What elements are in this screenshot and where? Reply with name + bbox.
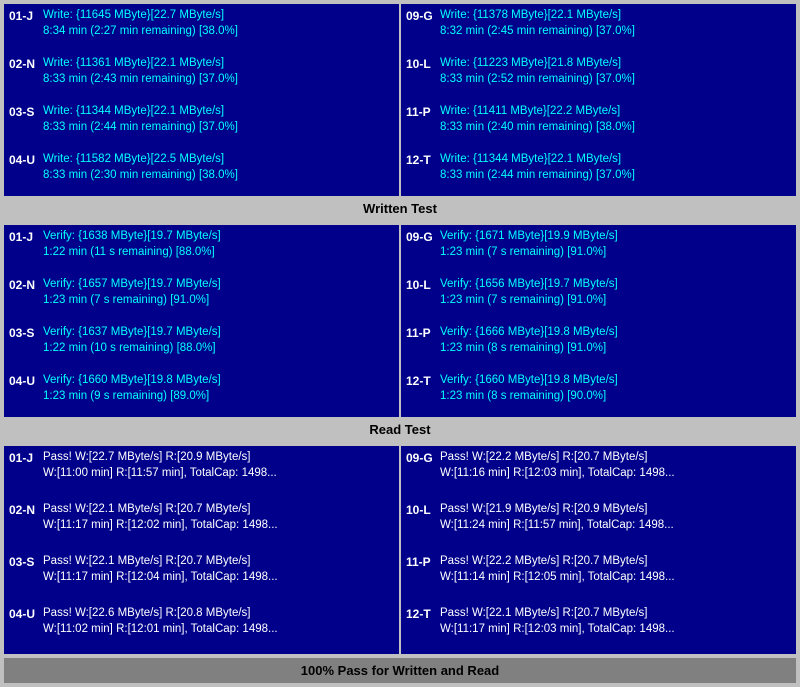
read-content-01j: Pass! W:[22.7 MByte/s] R:[20.9 MByte/s] … bbox=[43, 449, 394, 481]
cell-label-02n: 02-N bbox=[9, 55, 37, 71]
cell-label-11p: 11-P bbox=[406, 103, 434, 119]
write-section: 01-J Write: {11645 MByte}[22.7 MByte/s] … bbox=[4, 4, 796, 221]
write-cell-09g: 09-G Write: {11378 MByte}[22.1 MByte/s] … bbox=[401, 4, 796, 52]
read-cell-12t: 12-T Pass! W:[22.1 MByte/s] R:[20.7 MByt… bbox=[401, 602, 796, 654]
read-label-02n: 02-N bbox=[9, 501, 37, 517]
verify-section: 01-J Verify: {1638 MByte}[19.7 MByte/s] … bbox=[4, 225, 796, 442]
cell-content-09g: Write: {11378 MByte}[22.1 MByte/s] 8:32 … bbox=[440, 7, 791, 39]
read-label-11p: 11-P bbox=[406, 553, 434, 569]
write-cell-11p: 11-P Write: {11411 MByte}[22.2 MByte/s] … bbox=[401, 100, 796, 148]
verify-cell-11p: 11-P Verify: {1666 MByte}[19.8 MByte/s] … bbox=[401, 321, 796, 369]
read-label-09g: 09-G bbox=[406, 449, 434, 465]
cell-label-03s: 03-S bbox=[9, 103, 37, 119]
read-cell-11p: 11-P Pass! W:[22.2 MByte/s] R:[20.7 MByt… bbox=[401, 550, 796, 602]
read-label-01j: 01-J bbox=[9, 449, 37, 465]
read-label-10l: 10-L bbox=[406, 501, 434, 517]
write-cell-12t: 12-T Write: {11344 MByte}[22.1 MByte/s] … bbox=[401, 148, 796, 196]
read-content-09g: Pass! W:[22.2 MByte/s] R:[20.7 MByte/s] … bbox=[440, 449, 791, 481]
verify-label-02n: 02-N bbox=[9, 276, 37, 292]
write-left-col: 01-J Write: {11645 MByte}[22.7 MByte/s] … bbox=[4, 4, 399, 196]
read-left-col: 01-J Pass! W:[22.7 MByte/s] R:[20.9 MByt… bbox=[4, 446, 399, 654]
cell-label-10l: 10-L bbox=[406, 55, 434, 71]
verify-content-01j: Verify: {1638 MByte}[19.7 MByte/s] 1:22 … bbox=[43, 228, 394, 260]
verify-content-12t: Verify: {1660 MByte}[19.8 MByte/s] 1:23 … bbox=[440, 372, 791, 404]
read-right-col: 09-G Pass! W:[22.2 MByte/s] R:[20.7 MByt… bbox=[401, 446, 796, 654]
read-content-03s: Pass! W:[22.1 MByte/s] R:[20.7 MByte/s] … bbox=[43, 553, 394, 585]
read-content-10l: Pass! W:[21.9 MByte/s] R:[20.9 MByte/s] … bbox=[440, 501, 791, 533]
cell-content-04u: Write: {11582 MByte}[22.5 MByte/s] 8:33 … bbox=[43, 151, 394, 183]
verify-content-09g: Verify: {1671 MByte}[19.9 MByte/s] 1:23 … bbox=[440, 228, 791, 260]
write-cell-01j: 01-J Write: {11645 MByte}[22.7 MByte/s] … bbox=[4, 4, 399, 52]
cell-content-12t: Write: {11344 MByte}[22.1 MByte/s] 8:33 … bbox=[440, 151, 791, 183]
cell-label-04u: 04-U bbox=[9, 151, 37, 167]
read-cell-02n: 02-N Pass! W:[22.1 MByte/s] R:[20.7 MByt… bbox=[4, 498, 399, 550]
verify-label-09g: 09-G bbox=[406, 228, 434, 244]
write-right-col: 09-G Write: {11378 MByte}[22.1 MByte/s] … bbox=[401, 4, 796, 196]
verify-cell-02n: 02-N Verify: {1657 MByte}[19.7 MByte/s] … bbox=[4, 273, 399, 321]
cell-content-03s: Write: {11344 MByte}[22.1 MByte/s] 8:33 … bbox=[43, 103, 394, 135]
verify-cell-04u: 04-U Verify: {1660 MByte}[19.8 MByte/s] … bbox=[4, 369, 399, 417]
verify-content-10l: Verify: {1656 MByte}[19.7 MByte/s] 1:23 … bbox=[440, 276, 791, 308]
verify-label-04u: 04-U bbox=[9, 372, 37, 388]
read-label-04u: 04-U bbox=[9, 605, 37, 621]
write-grid: 01-J Write: {11645 MByte}[22.7 MByte/s] … bbox=[4, 4, 796, 196]
read-grid: 01-J Pass! W:[22.7 MByte/s] R:[20.9 MByt… bbox=[4, 446, 796, 654]
write-cell-10l: 10-L Write: {11223 MByte}[21.8 MByte/s] … bbox=[401, 52, 796, 100]
cell-content-02n: Write: {11361 MByte}[22.1 MByte/s] 8:33 … bbox=[43, 55, 394, 87]
verify-content-04u: Verify: {1660 MByte}[19.8 MByte/s] 1:23 … bbox=[43, 372, 394, 404]
read-label-12t: 12-T bbox=[406, 605, 434, 621]
verify-right-col: 09-G Verify: {1671 MByte}[19.9 MByte/s] … bbox=[401, 225, 796, 417]
verify-label-10l: 10-L bbox=[406, 276, 434, 292]
written-test-header: Written Test bbox=[4, 196, 796, 221]
main-container: 01-J Write: {11645 MByte}[22.7 MByte/s] … bbox=[0, 0, 800, 687]
read-cell-10l: 10-L Pass! W:[21.9 MByte/s] R:[20.9 MByt… bbox=[401, 498, 796, 550]
verify-cell-03s: 03-S Verify: {1637 MByte}[19.7 MByte/s] … bbox=[4, 321, 399, 369]
verify-content-02n: Verify: {1657 MByte}[19.7 MByte/s] 1:23 … bbox=[43, 276, 394, 308]
cell-content-10l: Write: {11223 MByte}[21.8 MByte/s] 8:33 … bbox=[440, 55, 791, 87]
write-cell-02n: 02-N Write: {11361 MByte}[22.1 MByte/s] … bbox=[4, 52, 399, 100]
cell-content-11p: Write: {11411 MByte}[22.2 MByte/s] 8:33 … bbox=[440, 103, 791, 135]
read-section: 01-J Pass! W:[22.7 MByte/s] R:[20.9 MByt… bbox=[4, 446, 796, 654]
verify-left-col: 01-J Verify: {1638 MByte}[19.7 MByte/s] … bbox=[4, 225, 399, 417]
verify-label-01j: 01-J bbox=[9, 228, 37, 244]
cell-label-12t: 12-T bbox=[406, 151, 434, 167]
verify-grid: 01-J Verify: {1638 MByte}[19.7 MByte/s] … bbox=[4, 225, 796, 417]
read-cell-09g: 09-G Pass! W:[22.2 MByte/s] R:[20.7 MByt… bbox=[401, 446, 796, 498]
verify-label-12t: 12-T bbox=[406, 372, 434, 388]
verify-content-03s: Verify: {1637 MByte}[19.7 MByte/s] 1:22 … bbox=[43, 324, 394, 356]
verify-label-11p: 11-P bbox=[406, 324, 434, 340]
cell-label-01j: 01-J bbox=[9, 7, 37, 23]
footer-status: 100% Pass for Written and Read bbox=[4, 658, 796, 683]
cell-content-01j: Write: {11645 MByte}[22.7 MByte/s] 8:34 … bbox=[43, 7, 394, 39]
cell-label-09g: 09-G bbox=[406, 7, 434, 23]
read-cell-01j: 01-J Pass! W:[22.7 MByte/s] R:[20.9 MByt… bbox=[4, 446, 399, 498]
read-content-02n: Pass! W:[22.1 MByte/s] R:[20.7 MByte/s] … bbox=[43, 501, 394, 533]
write-cell-04u: 04-U Write: {11582 MByte}[22.5 MByte/s] … bbox=[4, 148, 399, 196]
read-label-03s: 03-S bbox=[9, 553, 37, 569]
write-cell-03s: 03-S Write: {11344 MByte}[22.1 MByte/s] … bbox=[4, 100, 399, 148]
read-test-header: Read Test bbox=[4, 417, 796, 442]
read-cell-03s: 03-S Pass! W:[22.1 MByte/s] R:[20.7 MByt… bbox=[4, 550, 399, 602]
verify-cell-09g: 09-G Verify: {1671 MByte}[19.9 MByte/s] … bbox=[401, 225, 796, 273]
read-content-11p: Pass! W:[22.2 MByte/s] R:[20.7 MByte/s] … bbox=[440, 553, 791, 585]
read-content-12t: Pass! W:[22.1 MByte/s] R:[20.7 MByte/s] … bbox=[440, 605, 791, 637]
verify-content-11p: Verify: {1666 MByte}[19.8 MByte/s] 1:23 … bbox=[440, 324, 791, 356]
verify-cell-10l: 10-L Verify: {1656 MByte}[19.7 MByte/s] … bbox=[401, 273, 796, 321]
read-cell-04u: 04-U Pass! W:[22.6 MByte/s] R:[20.8 MByt… bbox=[4, 602, 399, 654]
verify-label-03s: 03-S bbox=[9, 324, 37, 340]
verify-cell-01j: 01-J Verify: {1638 MByte}[19.7 MByte/s] … bbox=[4, 225, 399, 273]
read-content-04u: Pass! W:[22.6 MByte/s] R:[20.8 MByte/s] … bbox=[43, 605, 394, 637]
verify-cell-12t: 12-T Verify: {1660 MByte}[19.8 MByte/s] … bbox=[401, 369, 796, 417]
